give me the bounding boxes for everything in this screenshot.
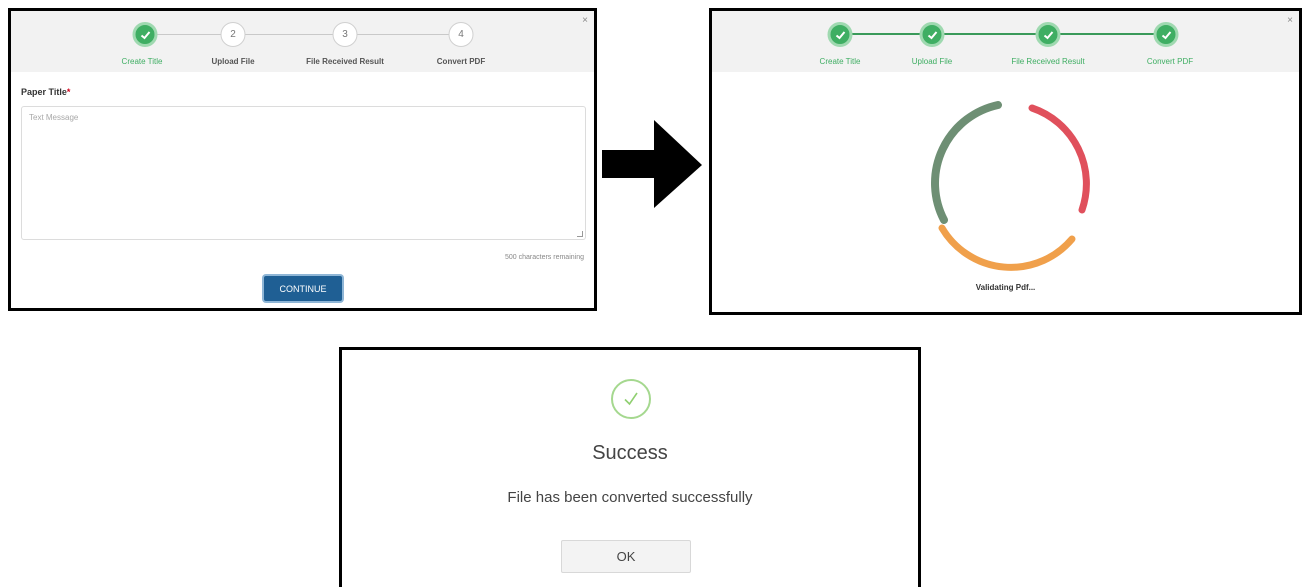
step-2-circle[interactable]: 2 [220,22,246,47]
step-3-circle[interactable]: 3 [332,22,358,47]
step-2-label: Upload File [911,57,953,66]
step-2-circle[interactable] [919,22,945,47]
step-connector [932,33,1048,35]
spinner-arc-green [931,101,1002,224]
close-icon[interactable]: × [1287,15,1293,26]
step-4-circle[interactable] [1153,22,1179,47]
right-arrow-icon [602,120,702,208]
validating-dialog: Create Title Upload File File Received R… [709,8,1302,315]
paper-title-label: Paper Title* [21,87,70,97]
spinner-arc-red [1028,104,1090,214]
success-dialog: Success File has been converted successf… [339,347,921,587]
step-1-circle[interactable] [132,22,158,47]
step-1-label: Create Title [819,57,861,66]
paper-title-input[interactable] [21,106,586,240]
step-connector [840,33,932,35]
continue-button[interactable]: CONTINUE [264,276,342,301]
step-1-label: Create Title [121,57,163,66]
check-icon [835,30,845,39]
step-3-label: File Received Result [1011,57,1085,66]
step-4-circle[interactable]: 4 [448,22,474,47]
step-connector [1048,33,1166,35]
step-1-circle[interactable] [827,22,853,47]
stepper: 2 3 4 Create Title Upload File File Rece… [11,11,594,72]
check-icon [624,392,638,406]
check-icon [927,30,937,39]
chars-remaining: 500 characters remaining [505,254,584,261]
check-icon [1043,30,1053,39]
step-3-circle[interactable] [1035,22,1061,47]
loading-spinner [931,101,1090,271]
step-4-number: 4 [458,29,464,40]
check-icon [1161,30,1171,39]
step-connector [357,34,459,35]
step-2-label: Upload File [211,57,255,66]
success-message: File has been converted successfully [507,489,753,506]
close-icon[interactable]: × [582,15,588,26]
ok-button[interactable]: OK [561,540,691,573]
step-3-label: File Received Result [306,57,384,66]
spinner-arc-orange [938,224,1076,271]
paper-title-label-text: Paper Title [21,87,67,97]
validating-status: Validating Pdf... [975,283,1036,292]
step-4-label: Convert PDF [1146,57,1194,66]
step-4-label: Convert PDF [436,57,486,66]
required-mark: * [66,87,71,97]
success-title: Success [592,442,668,464]
check-icon [140,30,150,39]
resize-handle-icon[interactable] [577,231,583,237]
step-2-number: 2 [230,29,236,40]
step-3-number: 3 [342,29,348,40]
create-title-dialog: 2 3 4 Create Title Upload File File Rece… [8,8,597,311]
stepper: Create Title Upload File File Received R… [712,11,1299,72]
success-check-icon [611,379,651,419]
